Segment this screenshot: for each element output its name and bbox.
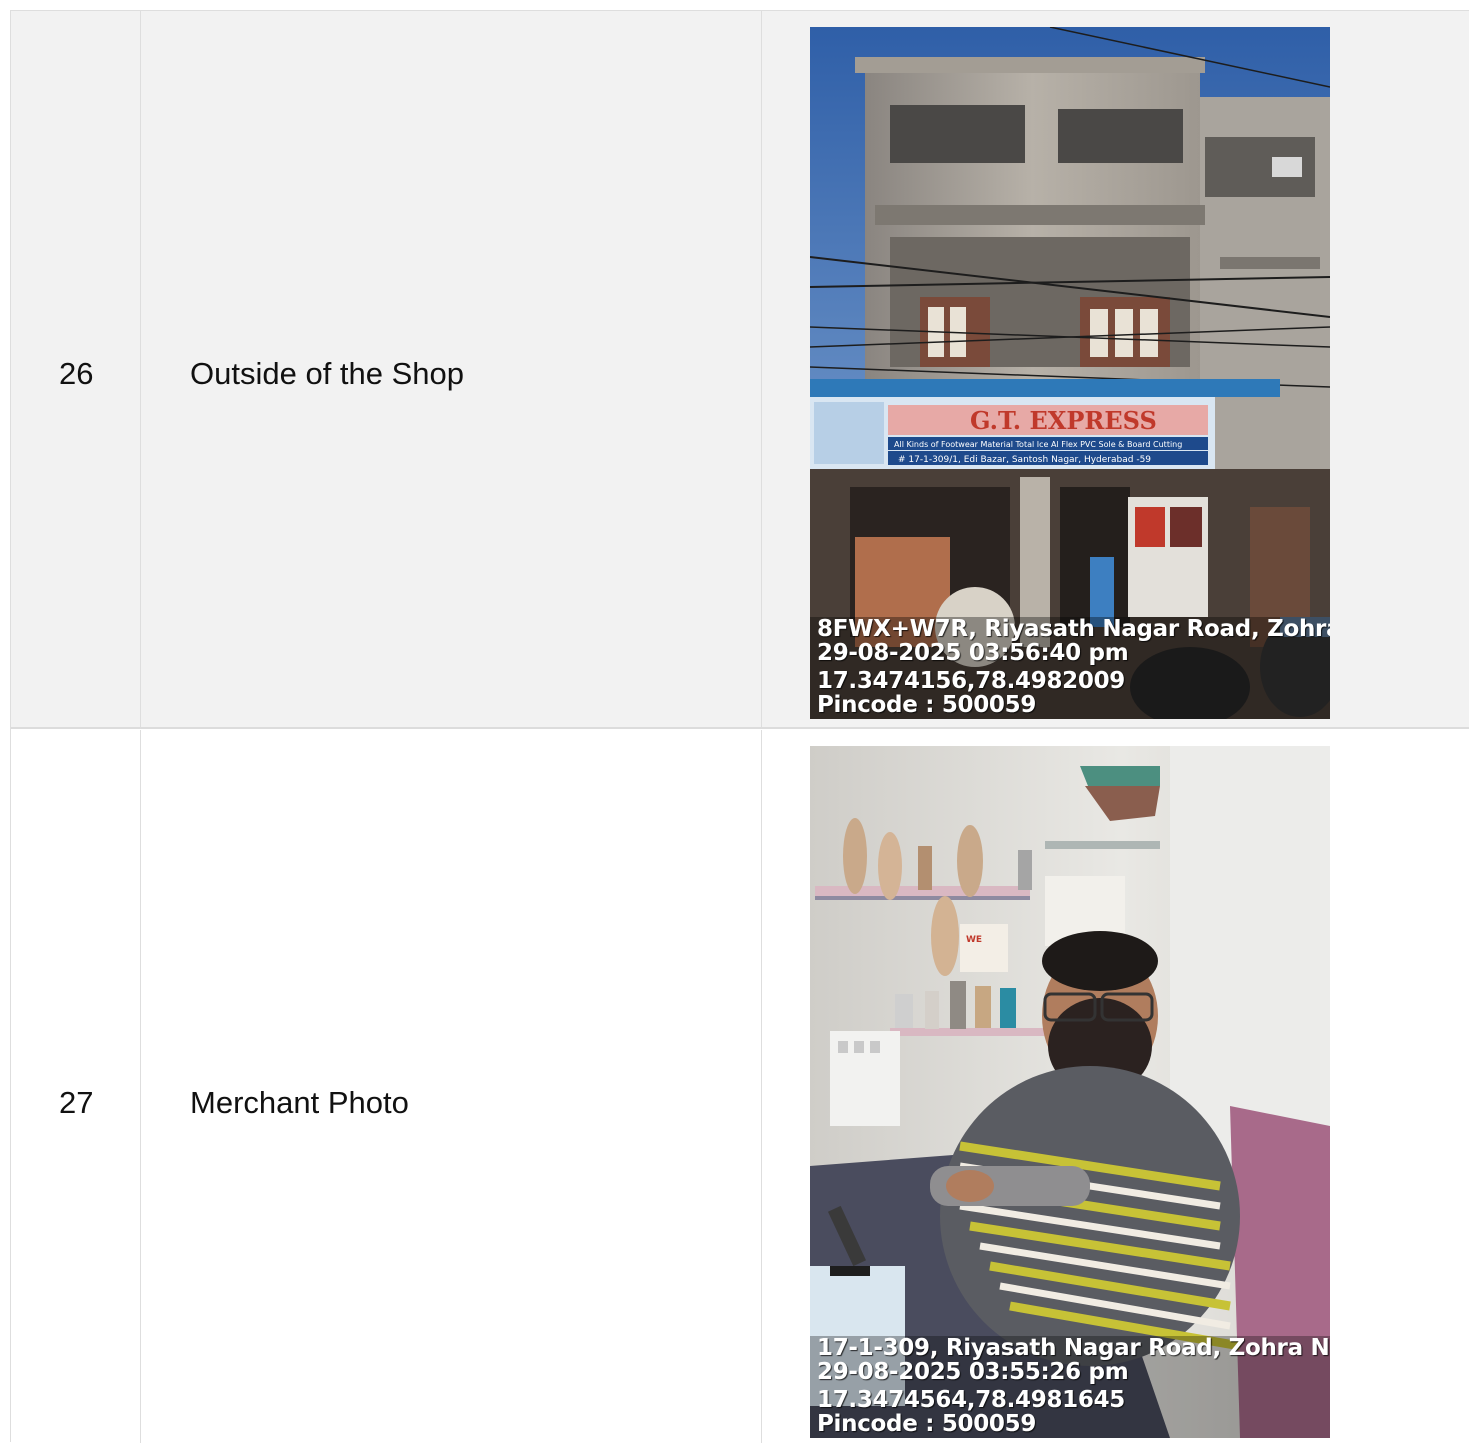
stamp-pincode: Pincode : 500059 <box>817 1411 1037 1437</box>
row-photo-cell: G.T. EXPRESS All Kinds of Footwear Mater… <box>762 11 1469 727</box>
evidence-table: 26 Outside of the Shop G.T. EXPRESS All … <box>10 10 1469 1443</box>
stamp-datetime: 29-08-2025 03:55:26 pm <box>817 1359 1129 1385</box>
row-label: Outside of the Shop <box>190 356 465 391</box>
stamp-coords: 17.3474564,78.4981645 <box>817 1387 1125 1413</box>
row-number-cell: 27 <box>11 730 141 1443</box>
row-label-cell: Merchant Photo <box>141 730 762 1443</box>
table-row: 27 Merchant Photo WE 17-1-309, Riyasath … <box>11 730 1469 1443</box>
table-row: 26 Outside of the Shop G.T. EXPRESS All … <box>11 11 1469 729</box>
row-number: 26 <box>59 356 94 391</box>
row-label: Merchant Photo <box>190 1085 409 1120</box>
row-number-cell: 26 <box>11 11 141 727</box>
geo-stamp: 17-1-309, Riyasath Nagar Road, Zohra Nag… <box>817 1336 1330 1436</box>
sign-address: # 17-1-309/1, Edi Bazar, Santosh Nagar, … <box>898 455 1151 465</box>
row-number: 27 <box>59 1085 94 1120</box>
svg-text:WE: WE <box>966 935 982 945</box>
stamp-coords: 17.3474156,78.4982009 <box>817 668 1125 694</box>
stamp-datetime: 29-08-2025 03:56:40 pm <box>817 640 1129 666</box>
stamp-pincode: Pincode : 500059 <box>817 692 1037 718</box>
row-label-cell: Outside of the Shop <box>141 11 762 727</box>
merchant-photo: WE 17-1-309, Riyasath Nagar Road, Zohra … <box>810 746 1330 1438</box>
geo-stamp: 8FWX+W7R, Riyasath Nagar Road, Zohra Nag… <box>817 617 1330 717</box>
row-photo-cell: WE 17-1-309, Riyasath Nagar Road, Zohra … <box>762 730 1469 1443</box>
stamp-address: 17-1-309, Riyasath Nagar Road, Zohra Nag… <box>817 1335 1330 1361</box>
sign-subtext: All Kinds of Footwear Material Total Ice… <box>894 440 1182 449</box>
shop-exterior-photo: G.T. EXPRESS All Kinds of Footwear Mater… <box>810 27 1330 719</box>
stamp-address: 8FWX+W7R, Riyasath Nagar Road, Zohra Nag <box>817 616 1330 642</box>
sign-title: G.T. EXPRESS <box>970 406 1157 435</box>
